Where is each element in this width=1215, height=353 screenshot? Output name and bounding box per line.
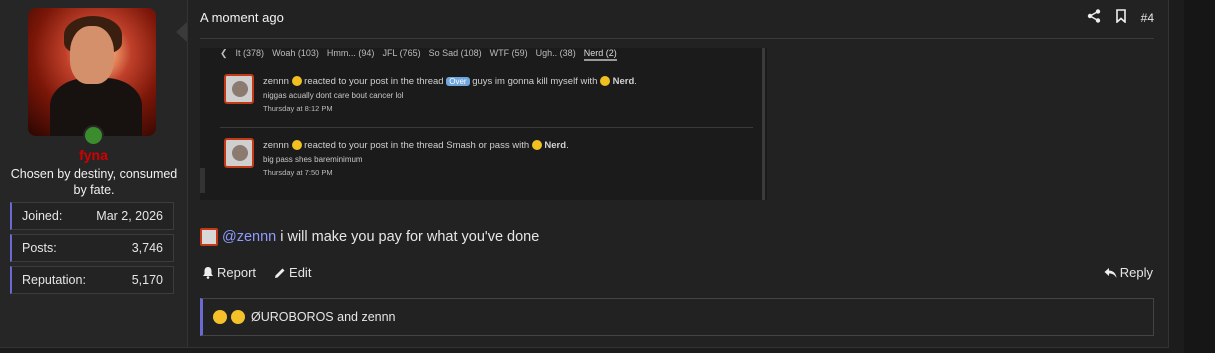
notification-time: Thursday at 7:50 PM bbox=[263, 168, 333, 177]
notification-snippet: big pass shes bareminimum bbox=[263, 155, 363, 164]
post-message: @zennn i will make you pay for what you'… bbox=[200, 228, 539, 246]
report-button[interactable]: Report bbox=[202, 265, 256, 280]
user-info-panel: fyna Chosen by destiny, consumed by fate… bbox=[0, 0, 188, 347]
reaction-tab: Hmm... (94) bbox=[326, 48, 375, 58]
post-number[interactable]: #4 bbox=[1141, 11, 1154, 25]
notification-divider bbox=[220, 127, 753, 128]
stat-value: 5,170 bbox=[131, 273, 163, 287]
bookmark-icon[interactable] bbox=[1115, 9, 1127, 26]
reaction-tab: It (378) bbox=[235, 48, 265, 58]
stat-label: Reputation: bbox=[22, 273, 86, 287]
reactions-summary[interactable]: ØUROBOROS and zennn bbox=[251, 310, 396, 324]
reaction-tab: Woah (103) bbox=[272, 48, 319, 58]
notification-avatar bbox=[224, 138, 254, 168]
report-label: Report bbox=[217, 265, 257, 280]
user-mention[interactable]: @zennn bbox=[222, 229, 276, 245]
notification-snippet: niggas acually dont care bout cancer lol bbox=[263, 91, 404, 100]
message-text: i will make you pay for what you've done bbox=[280, 229, 540, 245]
stat-label: Posts: bbox=[22, 241, 57, 255]
stat-joined: Joined: Mar 2, 2026 bbox=[10, 202, 174, 230]
reaction-tab-active: Nerd (2) bbox=[583, 48, 617, 61]
reactions-bar[interactable]: ØUROBOROS and zennn bbox=[200, 298, 1154, 336]
stat-value: Mar 2, 2026 bbox=[96, 209, 163, 223]
bell-icon bbox=[203, 267, 213, 279]
nerd-emoji-icon bbox=[531, 140, 542, 151]
online-status-indicator bbox=[83, 125, 104, 146]
post-header-actions: #4 bbox=[1087, 9, 1154, 26]
post-timestamp[interactable]: A moment ago bbox=[200, 10, 284, 25]
reaction-tabs: ❮ It (378) Woah (103) Hmm... (94) JFL (7… bbox=[220, 48, 617, 61]
embed-scrollbar bbox=[762, 48, 765, 200]
post-actions: Report Edit bbox=[202, 265, 311, 280]
message-arrow bbox=[176, 22, 187, 42]
reply-label: Reply bbox=[1119, 265, 1153, 280]
mention-avatar bbox=[200, 228, 218, 246]
header-divider bbox=[200, 38, 1154, 39]
username[interactable]: fyna bbox=[0, 147, 187, 163]
reaction-tab: So Sad (108) bbox=[428, 48, 482, 58]
user-title: Chosen by destiny, consumed by fate. bbox=[10, 167, 178, 197]
stat-label: Joined: bbox=[22, 209, 63, 223]
forum-post: fyna Chosen by destiny, consumed by fate… bbox=[0, 0, 1169, 348]
edit-button[interactable]: Edit bbox=[274, 265, 311, 280]
grimace-emoji-icon bbox=[213, 310, 227, 324]
page-gutter bbox=[1184, 0, 1215, 353]
money-bag-icon bbox=[291, 140, 302, 151]
prefix-badge: Over bbox=[446, 77, 470, 86]
nerd-emoji-icon bbox=[231, 310, 245, 324]
pencil-icon bbox=[275, 268, 285, 278]
reaction-tab: JFL (765) bbox=[382, 48, 421, 58]
stat-posts: Posts: 3,746 bbox=[10, 234, 174, 262]
notification-text: zennn reacted to your post in the thread… bbox=[263, 140, 569, 151]
money-bag-icon bbox=[291, 76, 302, 87]
notification-time: Thursday at 8:12 PM bbox=[263, 104, 333, 113]
reply-button[interactable]: Reply bbox=[1104, 265, 1153, 280]
stat-reputation: Reputation: 5,170 bbox=[10, 266, 174, 294]
stat-value: 3,746 bbox=[131, 241, 163, 255]
notification-text: zennn reacted to your post in the thread… bbox=[263, 76, 637, 87]
edit-label: Edit bbox=[289, 265, 312, 280]
share-icon[interactable] bbox=[1087, 9, 1101, 26]
reaction-tab: Ugh.. (38) bbox=[535, 48, 576, 58]
user-avatar[interactable] bbox=[28, 8, 156, 136]
reply-icon bbox=[1104, 267, 1117, 278]
chevron-left-icon: ❮ bbox=[220, 48, 228, 58]
embedded-screenshot[interactable]: ❮ It (378) Woah (103) Hmm... (94) JFL (7… bbox=[200, 48, 767, 200]
reaction-tab: WTF (59) bbox=[489, 48, 528, 58]
embed-scroll-edge bbox=[200, 168, 205, 193]
nerd-emoji-icon bbox=[600, 76, 610, 87]
notification-avatar bbox=[224, 74, 254, 104]
